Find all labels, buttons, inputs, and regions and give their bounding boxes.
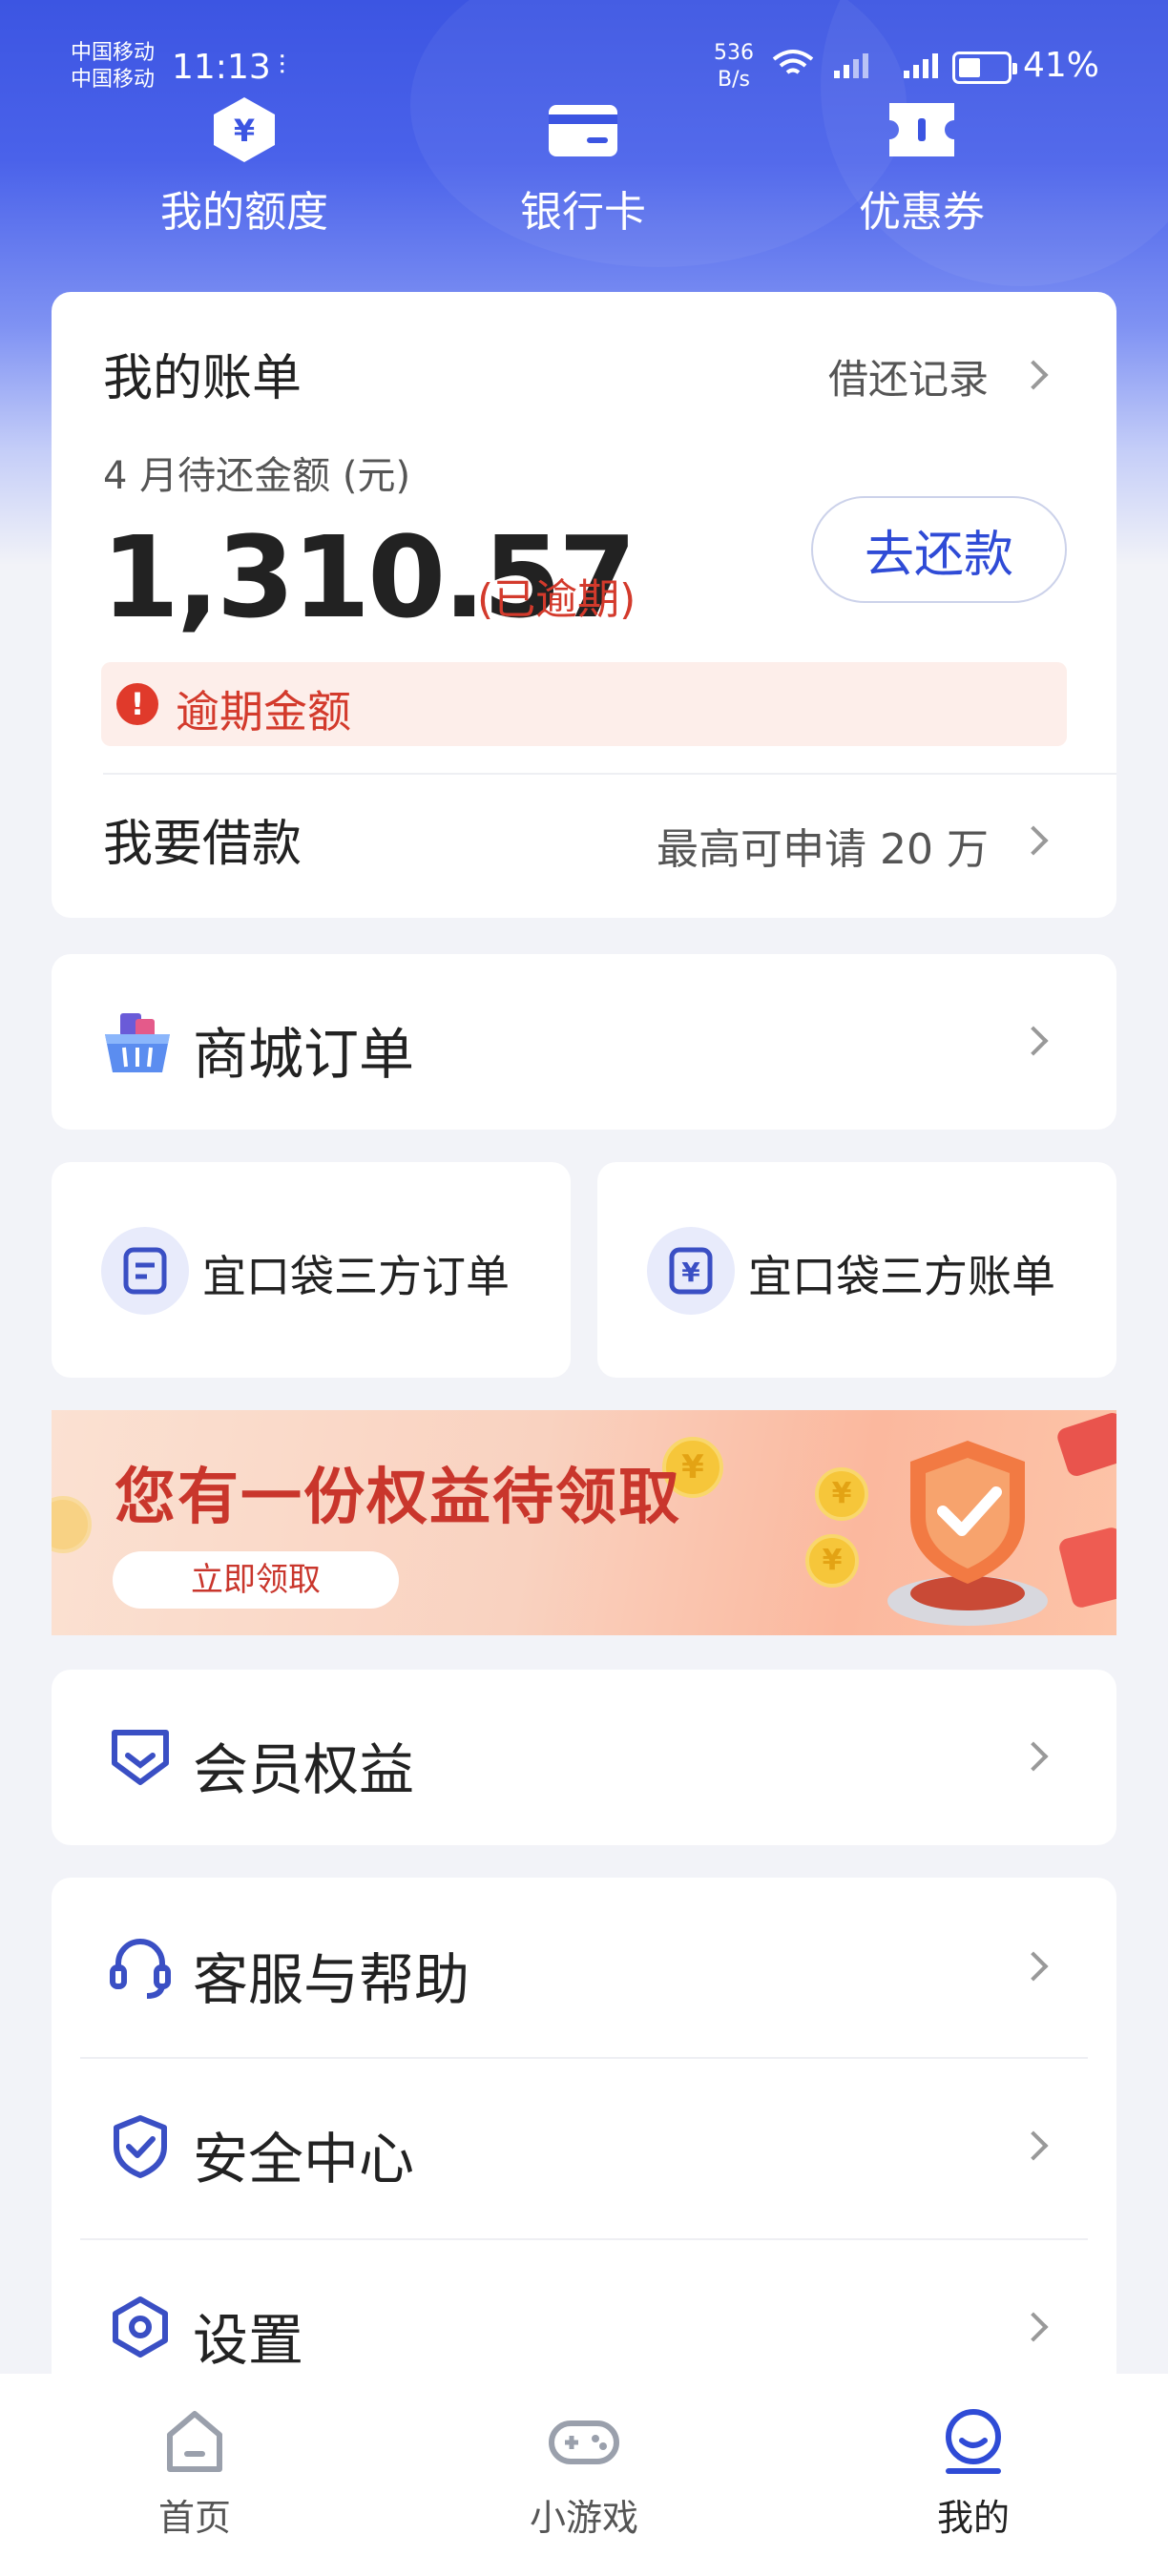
tab-home-label: 首页 — [157, 2497, 231, 2539]
overdue-notice[interactable]: ! 逾期金额 — [101, 662, 1067, 746]
carrier-1: 中国移动 — [71, 41, 156, 65]
status-bar: 中国移动 中国移动 11:13 ⫶ 536 B/s 41% — [0, 0, 1168, 105]
overdue-tag: (已逾期) — [477, 575, 636, 624]
headset-icon — [107, 1933, 174, 2000]
red-envelope-icon — [1054, 1410, 1116, 1479]
svg-text:¥: ¥ — [234, 113, 255, 149]
battery-icon — [952, 52, 1017, 84]
svg-text:¥: ¥ — [681, 1257, 700, 1288]
vibrate-icon: ⫶ — [279, 50, 286, 81]
nav-my-quota[interactable]: ¥ 我的额度 — [120, 95, 368, 239]
loan-limit-text: 最高可申请 20 万 — [657, 825, 989, 874]
cell-signal-2-icon — [904, 52, 939, 78]
carrier-labels: 中国移动 中国移动 — [71, 40, 155, 93]
chevron-right-icon — [1018, 2130, 1049, 2161]
bill-card: 我的账单 借还记录 4 月待还金额 (元) 1,310.57 (已逾期) 去还款… — [52, 292, 1116, 918]
tab-mini-games[interactable]: 小游戏 — [489, 2402, 679, 2541]
signal-icons — [771, 46, 946, 80]
order-doc-icon — [101, 1227, 189, 1315]
battery-level: 41% — [1023, 46, 1100, 85]
coin-icon: ¥ — [805, 1534, 859, 1588]
chevron-right-icon — [1018, 360, 1049, 390]
customer-service-row[interactable]: 客服与帮助 — [52, 1878, 1116, 2057]
cell-signal-icon — [833, 52, 868, 78]
carrier-2: 中国移动 — [71, 68, 156, 92]
bank-card-icon — [545, 95, 621, 164]
due-amount-label: 4 月待还金额 (元) — [103, 454, 411, 498]
chevron-right-icon — [1018, 1951, 1049, 1982]
coin-icon: ¥ — [815, 1467, 868, 1521]
nav-bank-card[interactable]: 银行卡 — [459, 95, 707, 239]
mall-orders-row[interactable]: 商城订单 — [52, 954, 1116, 1130]
loan-title[interactable]: 我要借款 — [103, 803, 302, 875]
nav-my-quota-label: 我的额度 — [160, 188, 328, 237]
benefits-banner[interactable]: ¥ ¥ ¥ 您有一份权益待领取 立即领取 — [52, 1410, 1116, 1635]
bill-title: 我的账单 — [103, 350, 302, 407]
shield-check-icon — [107, 2112, 174, 2179]
nav-coupons[interactable]: 优惠券 — [798, 95, 1046, 239]
coupon-icon — [884, 95, 960, 164]
network-speed: 536 B/s — [714, 40, 754, 93]
chevron-right-icon — [1018, 825, 1049, 856]
chevron-right-icon — [1018, 2312, 1049, 2342]
overdue-notice-text: 逾期金额 — [176, 686, 351, 737]
shield-check-illustration — [887, 1441, 1048, 1626]
wifi-icon — [772, 49, 814, 74]
customer-service-label: 客服与帮助 — [193, 1947, 470, 2012]
tab-mine-label: 我的 — [936, 2497, 1010, 2539]
home-icon — [156, 2402, 233, 2479]
mall-orders-label: 商城订单 — [193, 1022, 415, 1087]
chevron-right-icon — [1018, 1741, 1049, 1772]
claim-now-button[interactable]: 立即领取 — [113, 1551, 399, 1609]
gamepad-icon — [546, 2402, 622, 2479]
repay-button[interactable]: 去还款 — [811, 496, 1067, 603]
tab-mini-games-label: 小游戏 — [529, 2497, 638, 2539]
third-party-orders-label: 宜口袋三方订单 — [202, 1251, 510, 1302]
yuan-bill-icon: ¥ — [647, 1227, 735, 1315]
membership-row[interactable]: 会员权益 — [52, 1670, 1116, 1845]
member-badge-icon — [107, 1723, 174, 1790]
tab-mine[interactable]: 我的 — [878, 2402, 1069, 2541]
coin-icon — [52, 1496, 92, 1553]
tab-home[interactable]: 首页 — [99, 2402, 290, 2541]
nav-coupons-label: 优惠券 — [859, 188, 985, 237]
settings-label: 设置 — [193, 2308, 304, 2373]
membership-label: 会员权益 — [193, 1737, 415, 1802]
repayment-history-link[interactable]: 借还记录 — [828, 347, 989, 405]
nav-bank-card-label: 银行卡 — [520, 188, 646, 237]
banner-title: 您有一份权益待领取 — [115, 1463, 681, 1533]
settings-menu-card: 客服与帮助 安全中心 设置 — [52, 1878, 1116, 2450]
yuan-shield-icon: ¥ — [206, 95, 282, 164]
third-party-bills-card[interactable]: ¥ 宜口袋三方账单 — [597, 1162, 1116, 1378]
third-party-orders-card[interactable]: 宜口袋三方订单 — [52, 1162, 571, 1378]
bottom-tab-bar: 首页 小游戏 我的 — [0, 2374, 1168, 2576]
settings-hex-icon — [107, 2294, 174, 2360]
alert-icon: ! — [116, 683, 158, 725]
chevron-right-icon — [1018, 1026, 1049, 1056]
security-center-row[interactable]: 安全中心 — [52, 2059, 1116, 2238]
security-center-label: 安全中心 — [193, 2127, 415, 2192]
red-envelope-icon — [1057, 1526, 1116, 1610]
network-speed-unit: B/s — [718, 68, 750, 92]
network-speed-value: 536 — [714, 41, 754, 65]
shopping-basket-icon — [101, 1009, 170, 1076]
profile-icon — [935, 2402, 1012, 2479]
divider — [103, 773, 1116, 775]
clock: 11:13 — [172, 48, 271, 87]
third-party-bills-label: 宜口袋三方账单 — [748, 1251, 1055, 1302]
